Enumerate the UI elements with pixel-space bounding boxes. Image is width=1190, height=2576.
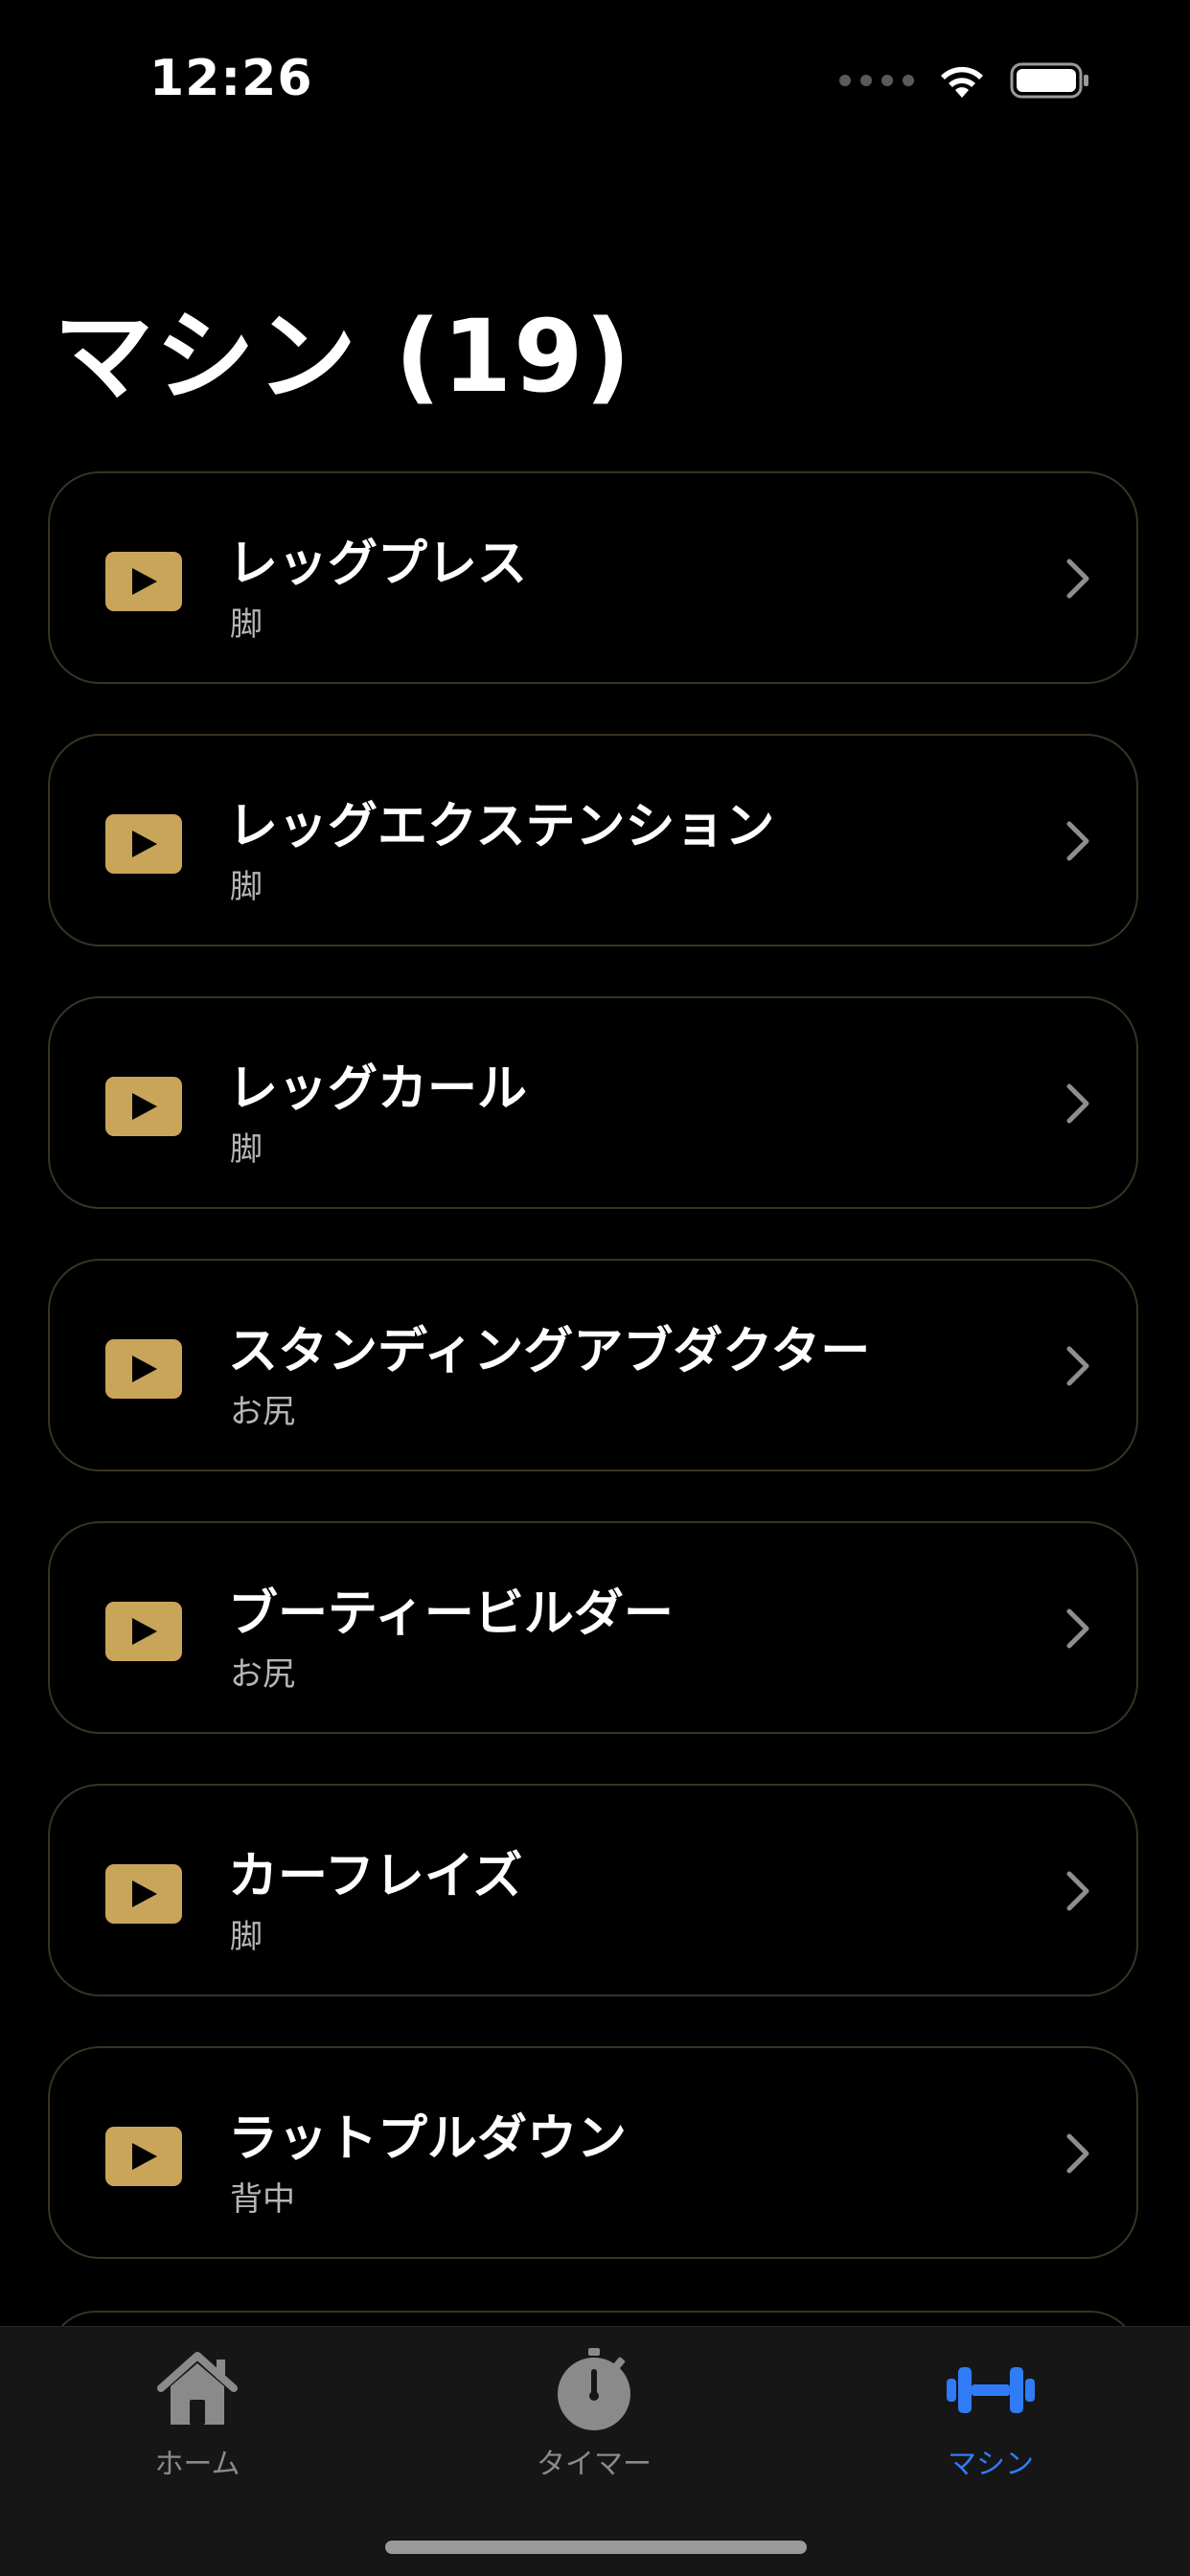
chevron-right-icon (1065, 2132, 1090, 2178)
chevron-right-icon (1065, 1607, 1090, 1653)
machine-list-item[interactable]: カーフレイズ 脚 (48, 1784, 1138, 1996)
play-icon (105, 1602, 182, 1661)
play-icon (105, 814, 182, 874)
machine-name: スタンディングアブダクター (228, 1323, 871, 1380)
chevron-right-icon (1065, 820, 1090, 866)
machine-category: 背中 (230, 2180, 295, 2219)
machine-name: レッグカール (228, 1060, 528, 1118)
machine-name: レッグエクステンション (228, 798, 775, 855)
machine-list-item[interactable]: レッグエクステンション 脚 (48, 734, 1138, 946)
machine-list-item[interactable]: レッグプレス 脚 (48, 471, 1138, 684)
wifi-icon (937, 61, 987, 100)
play-icon (105, 1864, 182, 1924)
machine-category: 脚 (230, 605, 263, 644)
machine-list-item[interactable]: ラットプルダウン 背中 (48, 2046, 1138, 2259)
battery-icon (1010, 61, 1090, 100)
cellular-signal-icon (839, 75, 914, 86)
chevron-right-icon (1065, 1345, 1090, 1391)
machine-list-item[interactable]: ブーティービルダー お尻 (48, 1521, 1138, 1734)
status-bar: 12:26 (0, 0, 1190, 144)
tab-timer[interactable]: タイマー (479, 2346, 709, 2490)
play-icon (105, 2127, 182, 2186)
machine-list-item[interactable]: レッグカール 脚 (48, 996, 1138, 1209)
machine-category: 脚 (230, 1918, 263, 1956)
page-title: マシン (19) (54, 298, 632, 415)
home-icon (82, 2346, 312, 2434)
chevron-right-icon (1065, 1870, 1090, 1916)
tab-machine[interactable]: マシン (876, 2346, 1106, 2490)
machine-name: レッグプレス (228, 536, 528, 593)
status-indicators (839, 61, 1090, 100)
tab-home[interactable]: ホーム (82, 2346, 312, 2490)
machine-category: 脚 (230, 1130, 263, 1169)
dumbbell-icon (876, 2346, 1106, 2434)
status-time: 12:26 (149, 50, 313, 107)
machine-list-item[interactable]: スタンディングアブダクター お尻 (48, 1259, 1138, 1471)
tab-home-label: ホーム (154, 2448, 240, 2481)
machine-name: ブーティービルダー (228, 1585, 674, 1643)
chevron-right-icon (1065, 1083, 1090, 1128)
tab-machine-label: マシン (948, 2448, 1034, 2481)
play-icon (105, 1339, 182, 1399)
machine-category: 脚 (230, 868, 263, 906)
machine-name: ラットプルダウン (228, 2110, 628, 2168)
tab-timer-label: タイマー (537, 2448, 652, 2481)
machine-category: お尻 (230, 1655, 295, 1694)
play-icon (105, 1077, 182, 1136)
tab-bar: ホーム タイマー マシン (0, 2326, 1190, 2576)
machine-category: お尻 (230, 1393, 295, 1431)
play-icon (105, 552, 182, 611)
home-indicator[interactable] (385, 2541, 807, 2554)
machine-name: カーフレイズ (228, 1848, 523, 1905)
chevron-right-icon (1065, 558, 1090, 604)
stopwatch-icon (479, 2346, 709, 2434)
